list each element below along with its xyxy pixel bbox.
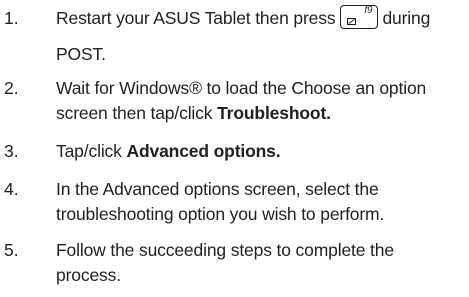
- step-text-before-key: Restart your ASUS Tablet then press: [56, 8, 336, 28]
- step-text: Wait for Windows® to load the Choose an …: [56, 76, 461, 126]
- step-text-line-1: Follow the succeeding steps to complete …: [56, 240, 394, 260]
- step-text-line-1: Wait for Windows® to load the Choose an …: [56, 78, 427, 98]
- step-text-plain: Tap/click: [56, 141, 127, 161]
- troubleshoot-label: Troubleshoot.: [217, 103, 331, 123]
- step-text: Follow the succeeding steps to complete …: [56, 238, 461, 288]
- key-label: f9: [364, 5, 373, 17]
- step-number: 3.: [4, 141, 19, 161]
- advanced-options-label: Advanced options.: [126, 141, 281, 161]
- step-text-line-2: POST.: [56, 44, 106, 64]
- step-text: In the Advanced options screen, select t…: [56, 177, 461, 227]
- f9-key-icon: f9: [340, 5, 379, 30]
- step-text-after-key: during: [382, 8, 431, 28]
- step-text: Tap/click Advanced options.: [56, 139, 461, 164]
- step-number: 5.: [4, 240, 19, 260]
- step-text-line-1: In the Advanced options screen, select t…: [56, 179, 379, 199]
- step-text-line-2: process.: [56, 265, 121, 285]
- step-number: 4.: [4, 179, 19, 199]
- step-number: 1.: [4, 8, 19, 28]
- step-text: Restart your ASUS Tablet then press f9 dur…: [56, 5, 461, 31]
- step-number: 2.: [4, 78, 19, 98]
- step-text-line-2: screen then tap/click: [56, 103, 218, 123]
- screen-icon: [347, 18, 357, 26]
- step-text-line-2: troubleshooting option you wish to perfo…: [56, 204, 385, 224]
